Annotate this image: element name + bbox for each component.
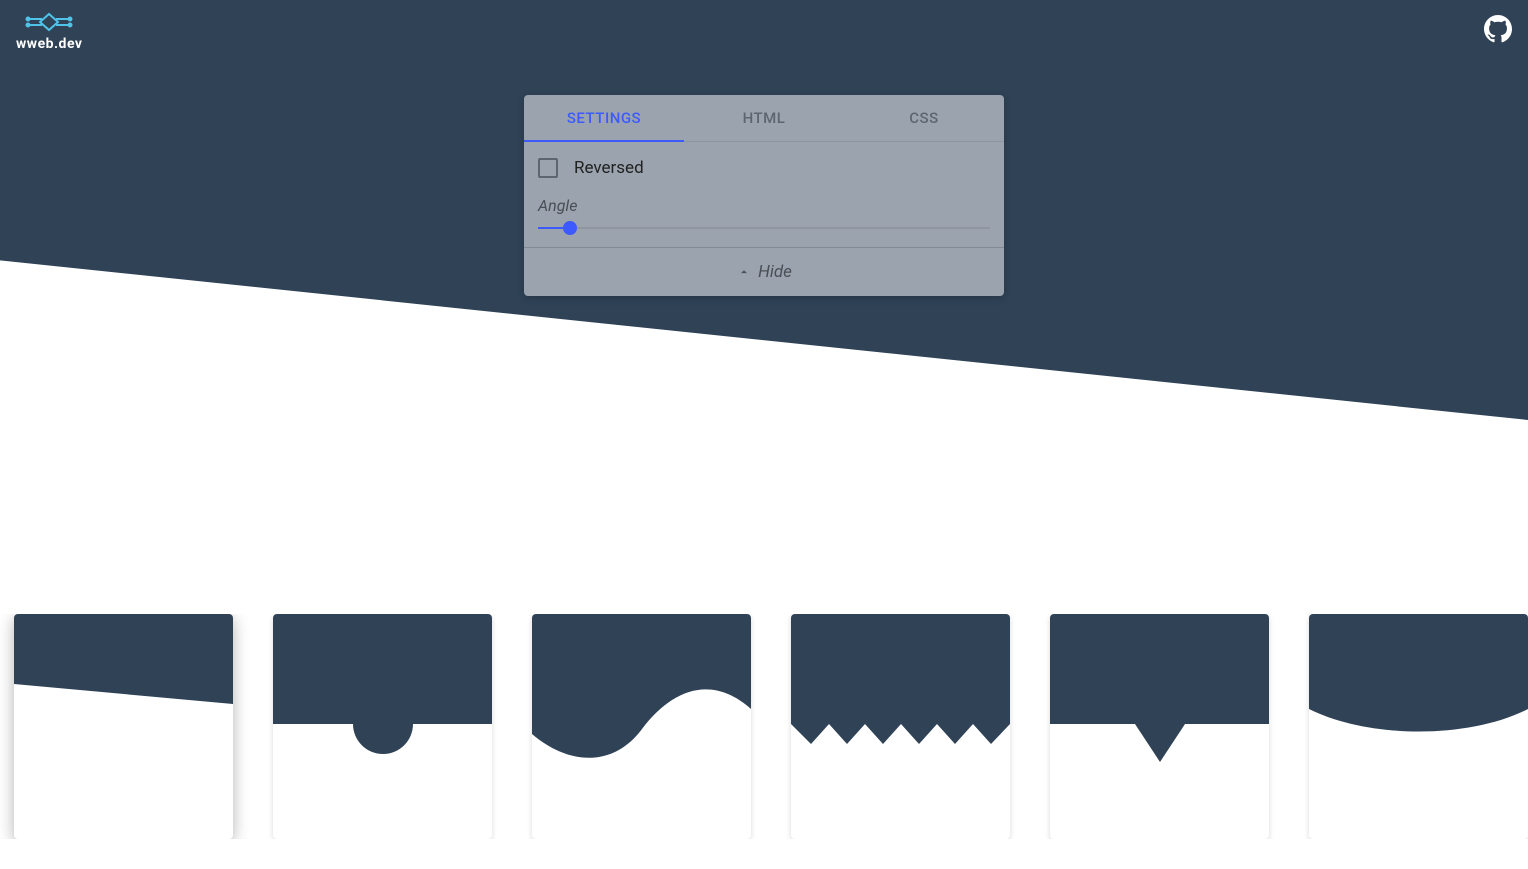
tab-settings[interactable]: SETTINGS	[524, 95, 684, 141]
tabs: SETTINGS HTML CSS	[524, 95, 1004, 142]
brand-name: wweb.dev	[16, 36, 83, 52]
brand-logo[interactable]: wweb.dev	[16, 10, 83, 52]
thumb-triangle[interactable]	[1050, 614, 1269, 839]
reversed-label: Reversed	[574, 158, 644, 178]
panel-body: Reversed Angle	[524, 142, 1004, 247]
logo-icon	[20, 10, 78, 34]
header: wweb.dev	[0, 0, 1528, 62]
hide-label: Hide	[758, 262, 792, 282]
angle-slider[interactable]	[538, 227, 990, 229]
reversed-option: Reversed	[538, 158, 990, 178]
tab-css[interactable]: CSS	[844, 95, 1004, 141]
thumb-skew[interactable]	[14, 614, 233, 839]
tab-html[interactable]: HTML	[684, 95, 844, 141]
settings-panel: SETTINGS HTML CSS Reversed Angle Hide	[524, 95, 1004, 296]
thumb-zigzag[interactable]	[791, 614, 1010, 839]
thumb-curve[interactable]	[1309, 614, 1528, 839]
thumb-semi-circle[interactable]	[273, 614, 492, 839]
reversed-checkbox[interactable]	[538, 158, 558, 178]
github-link[interactable]	[1484, 15, 1512, 47]
separator-thumbnails	[0, 614, 1528, 839]
chevron-up-icon	[736, 264, 752, 280]
slider-thumb[interactable]	[563, 221, 577, 235]
github-icon	[1484, 15, 1512, 43]
hide-panel-button[interactable]: Hide	[524, 247, 1004, 296]
thumb-wave[interactable]	[532, 614, 751, 839]
angle-label: Angle	[538, 196, 990, 215]
